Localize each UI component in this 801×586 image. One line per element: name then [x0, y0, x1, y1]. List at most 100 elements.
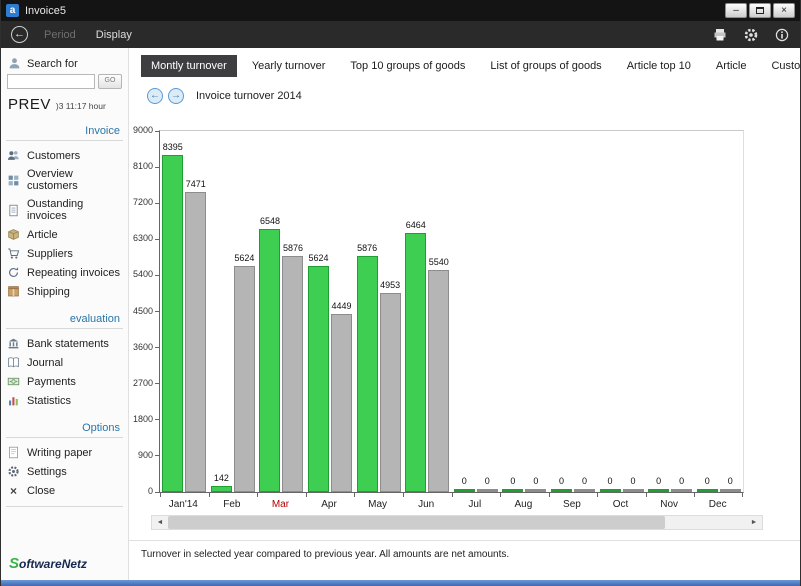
softwarenetz-logo: SoftwareNetz: [9, 555, 87, 572]
back-arrow-icon: ←: [14, 29, 25, 40]
tab-article-top10[interactable]: Article top 10: [617, 55, 701, 77]
section-divider: [6, 506, 123, 507]
sidebar-item-repeating-invoices[interactable]: Repeating invoices: [6, 263, 123, 282]
scroll-left-button[interactable]: ◄: [152, 516, 168, 529]
bar-value-label: 8395: [153, 142, 193, 152]
app-icon: a: [6, 4, 19, 17]
sidebar-item-label: Oustanding invoices: [27, 198, 122, 222]
y-axis-tick-label: 1800: [133, 414, 153, 424]
back-button[interactable]: ←: [11, 26, 28, 43]
logo-prefix: S: [9, 555, 19, 572]
window-title: Invoice5: [25, 5, 66, 17]
sidebar-item-article[interactable]: Article: [6, 225, 123, 244]
print-button[interactable]: [712, 27, 728, 43]
sidebar-item-label: Payments: [27, 376, 76, 388]
x-axis-label: Sep: [548, 499, 597, 510]
bar-previous-year: [477, 489, 498, 492]
bar-value-label: 0: [564, 476, 604, 486]
tab-bar: Montly turnover Yearly turnover Top 10 g…: [141, 55, 800, 77]
search-box: GO: [6, 74, 123, 94]
window-bottom-border: [1, 580, 800, 586]
scroll-right-button[interactable]: ►: [746, 516, 762, 529]
sidebar-item-customers[interactable]: Customers: [6, 146, 123, 165]
sidebar-item-oustanding-invoices[interactable]: Oustanding invoices: [6, 195, 123, 225]
sidebar-item-overview-customers[interactable]: Overview customers: [6, 165, 123, 195]
bar-previous-year: [185, 192, 206, 492]
y-axis-tick-label: 7200: [133, 197, 153, 207]
printer-icon: [712, 27, 728, 43]
sidebar-item-close[interactable]: × Close: [6, 481, 123, 500]
tab-list-groups[interactable]: List of groups of goods: [480, 55, 611, 77]
main-content: Montly turnover Yearly turnover Top 10 g…: [129, 48, 800, 580]
y-axis-tick: [155, 131, 160, 132]
y-axis-tick-label: 9000: [133, 125, 153, 135]
cart-icon: [7, 247, 20, 260]
sidebar-item-writing-paper[interactable]: Writing paper: [6, 443, 123, 462]
prev-row: PREV )3 11:17 hour: [6, 94, 123, 113]
book-icon: [7, 356, 20, 369]
window-controls: – ×: [725, 3, 795, 18]
y-axis-tick-label: 3600: [133, 342, 153, 352]
bar-current-year: [308, 266, 329, 492]
tab-yearly-turnover[interactable]: Yearly turnover: [242, 55, 336, 77]
bar-value-label: 0: [516, 476, 556, 486]
sidebar-item-label: Settings: [27, 466, 67, 478]
close-icon: ×: [781, 6, 787, 16]
minimize-button[interactable]: –: [725, 3, 747, 18]
bar-value-label: 4449: [322, 301, 362, 311]
settings-button[interactable]: [743, 27, 759, 43]
scrollbar-thumb[interactable]: [168, 516, 665, 529]
bar-value-label: 0: [662, 476, 702, 486]
section-header-invoice: Invoice: [6, 125, 123, 141]
y-axis-tick-label: 2700: [133, 378, 153, 388]
close-x-icon: ×: [7, 484, 20, 497]
people-icon: [7, 149, 20, 162]
y-axis-tick: [155, 275, 160, 276]
y-axis-tick-label: 4500: [133, 306, 153, 316]
bar-value-label: 7471: [176, 179, 216, 189]
bar-previous-year: [720, 489, 741, 492]
bar-current-year: [259, 229, 280, 492]
sidebar-item-statistics[interactable]: Statistics: [6, 391, 123, 410]
close-button[interactable]: ×: [773, 3, 795, 18]
sidebar-item-label: Suppliers: [27, 248, 73, 260]
sidebar-item-journal[interactable]: Journal: [6, 353, 123, 372]
info-button[interactable]: [774, 27, 790, 43]
package-icon: [7, 285, 20, 298]
tab-montly-turnover[interactable]: Montly turnover: [141, 55, 237, 77]
search-go-button[interactable]: GO: [98, 74, 122, 89]
arrow-right-icon: →: [171, 91, 181, 101]
chart-title: Invoice turnover 2014: [196, 90, 302, 102]
sidebar-item-bank-statements[interactable]: Bank statements: [6, 334, 123, 353]
sidebar-item-shipping[interactable]: Shipping: [6, 282, 123, 301]
next-year-button[interactable]: →: [168, 88, 184, 104]
x-axis-label: Aug: [499, 499, 548, 510]
maximize-button[interactable]: [749, 3, 771, 18]
y-axis-labels: 0900180027003600450054006300720081009000: [129, 130, 156, 493]
bank-icon: [7, 337, 20, 350]
horizontal-scrollbar[interactable]: ◄ ►: [151, 515, 763, 530]
bar-previous-year: [234, 266, 255, 492]
bar-value-label: 0: [467, 476, 507, 486]
toolbar-display-button[interactable]: Display: [96, 29, 132, 41]
search-input[interactable]: [7, 74, 95, 89]
arrow-left-icon: ←: [150, 91, 160, 101]
y-axis-tick-label: 5400: [133, 269, 153, 279]
tab-customers[interactable]: Customers: [761, 55, 801, 77]
sidebar-item-suppliers[interactable]: Suppliers: [6, 244, 123, 263]
sidebar-item-settings[interactable]: Settings: [6, 462, 123, 481]
chart-header: ← → Invoice turnover 2014: [147, 88, 800, 104]
scrollbar-track[interactable]: [168, 516, 746, 529]
logo-text: oftwareNetz: [19, 557, 87, 571]
sidebar-item-label: Close: [27, 485, 55, 497]
tab-top10-groups[interactable]: Top 10 groups of goods: [340, 55, 475, 77]
tab-article[interactable]: Article: [706, 55, 757, 77]
prev-year-button[interactable]: ←: [147, 88, 163, 104]
bar-value-label: 6548: [250, 216, 290, 226]
bar-current-year: [551, 489, 572, 492]
bar-value-label: 5624: [224, 253, 264, 263]
paper-icon: [7, 446, 20, 459]
sidebar-item-payments[interactable]: Payments: [6, 372, 123, 391]
window-body: Search for GO PREV )3 11:17 hour Invoice…: [1, 48, 800, 580]
money-icon: [7, 375, 20, 388]
